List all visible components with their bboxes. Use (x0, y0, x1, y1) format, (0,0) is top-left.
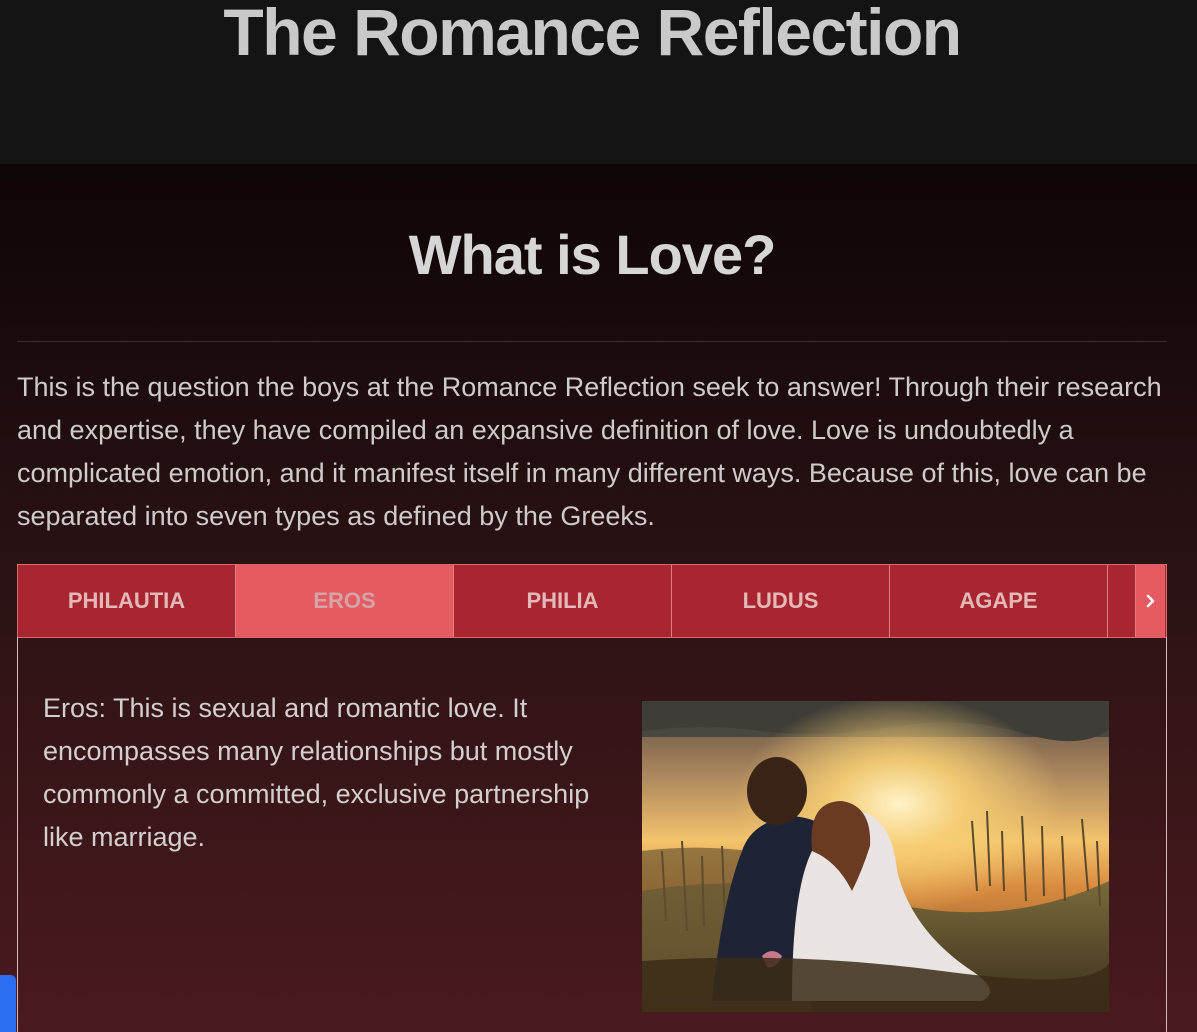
chevron-right-icon (1146, 594, 1154, 608)
couple-sunset-image (642, 701, 1109, 1012)
site-header: The Romance Reflection (0, 0, 1197, 164)
section-heading: What is Love? (408, 223, 777, 286)
tab-eros[interactable]: EROS (236, 565, 454, 637)
love-types-tab-bar: PHILAUTIA EROS PHILIA LUDUS AGAPE (17, 564, 1167, 638)
tab-partially-hidden[interactable] (1108, 565, 1136, 637)
tab-ludus[interactable]: LUDUS (672, 565, 890, 637)
side-feedback-tab[interactable] (0, 975, 16, 1032)
intro-paragraph: This is the question the boys at the Rom… (17, 372, 1162, 531)
divider (17, 341, 1167, 342)
tab-scroll-next-button[interactable] (1136, 565, 1165, 637)
eros-description: Eros: This is sexual and romantic love. … (43, 693, 590, 852)
site-title: The Romance Reflection (223, 0, 962, 69)
tab-agape[interactable]: AGAPE (890, 565, 1108, 637)
tab-panel-eros: Eros: This is sexual and romantic love. … (17, 637, 1167, 1032)
tab-philautia[interactable]: PHILAUTIA (18, 565, 236, 637)
tab-philia[interactable]: PHILIA (454, 565, 672, 637)
